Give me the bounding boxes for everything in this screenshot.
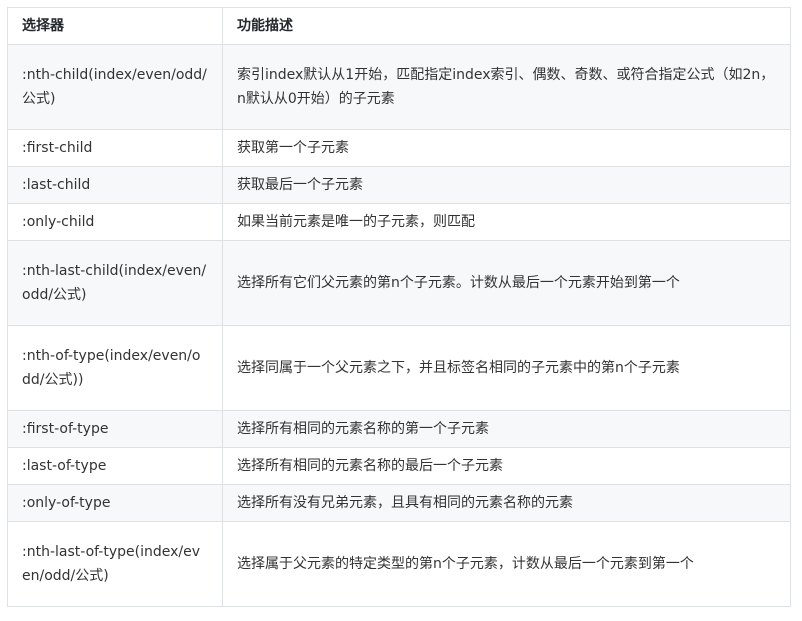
table-row: :last-of-type 选择所有相同的元素名称的最后一个子元素 bbox=[7, 447, 791, 485]
selector-cell: :last-child bbox=[7, 166, 223, 204]
description-cell: 选择所有它们父元素的第n个子元素。计数从最后一个元素开始到第一个 bbox=[222, 240, 791, 326]
table-row: :last-child 获取最后一个子元素 bbox=[7, 166, 791, 204]
table-row: :only-of-type 选择所有没有兄弟元素，且具有相同的元素名称的元素 bbox=[7, 484, 791, 522]
table-row: :first-child 获取第一个子元素 bbox=[7, 129, 791, 167]
selector-cell: :nth-of-type(index/even/odd/公式)) bbox=[7, 325, 223, 411]
description-cell: 获取第一个子元素 bbox=[222, 129, 791, 167]
description-cell: 索引index默认从1开始，匹配指定index索引、偶数、奇数、或符合指定公式（… bbox=[222, 44, 791, 130]
selector-cell: :nth-last-of-type(index/even/odd/公式) bbox=[7, 521, 223, 607]
table-row: :only-child 如果当前元素是唯一的子元素，则匹配 bbox=[7, 203, 791, 241]
table-row: :nth-of-type(index/even/odd/公式)) 选择同属于一个… bbox=[7, 325, 791, 411]
selector-cell: :nth-child(index/even/odd/公式) bbox=[7, 44, 223, 130]
header-description: 功能描述 bbox=[222, 7, 791, 45]
description-cell: 选择属于父元素的特定类型的第n个子元素，计数从最后一个元素到第一个 bbox=[222, 521, 791, 607]
description-cell: 如果当前元素是唯一的子元素，则匹配 bbox=[222, 203, 791, 241]
selector-cell: :nth-last-child(index/even/odd/公式) bbox=[7, 240, 223, 326]
selector-cell: :only-child bbox=[7, 203, 223, 241]
table-header-row: 选择器 功能描述 bbox=[7, 7, 791, 45]
selector-cell: :only-of-type bbox=[7, 484, 223, 522]
description-cell: 选择所有相同的元素名称的最后一个子元素 bbox=[222, 447, 791, 485]
table-row: :nth-child(index/even/odd/公式) 索引index默认从… bbox=[7, 44, 791, 130]
description-cell: 获取最后一个子元素 bbox=[222, 166, 791, 204]
description-cell: 选择同属于一个父元素之下，并且标签名相同的子元素中的第n个子元素 bbox=[222, 325, 791, 411]
description-cell: 选择所有没有兄弟元素，且具有相同的元素名称的元素 bbox=[222, 484, 791, 522]
table-row: :first-of-type 选择所有相同的元素名称的第一个子元素 bbox=[7, 410, 791, 448]
description-cell: 选择所有相同的元素名称的第一个子元素 bbox=[222, 410, 791, 448]
selector-table-container: 选择器 功能描述 :nth-child(index/even/odd/公式) 索… bbox=[7, 7, 791, 607]
selector-cell: :last-of-type bbox=[7, 447, 223, 485]
table-row: :nth-last-child(index/even/odd/公式) 选择所有它… bbox=[7, 240, 791, 326]
selector-cell: :first-child bbox=[7, 129, 223, 167]
selector-cell: :first-of-type bbox=[7, 410, 223, 448]
table-row: :nth-last-of-type(index/even/odd/公式) 选择属… bbox=[7, 521, 791, 607]
header-selector: 选择器 bbox=[7, 7, 223, 45]
selector-table: 选择器 功能描述 :nth-child(index/even/odd/公式) 索… bbox=[7, 7, 791, 607]
